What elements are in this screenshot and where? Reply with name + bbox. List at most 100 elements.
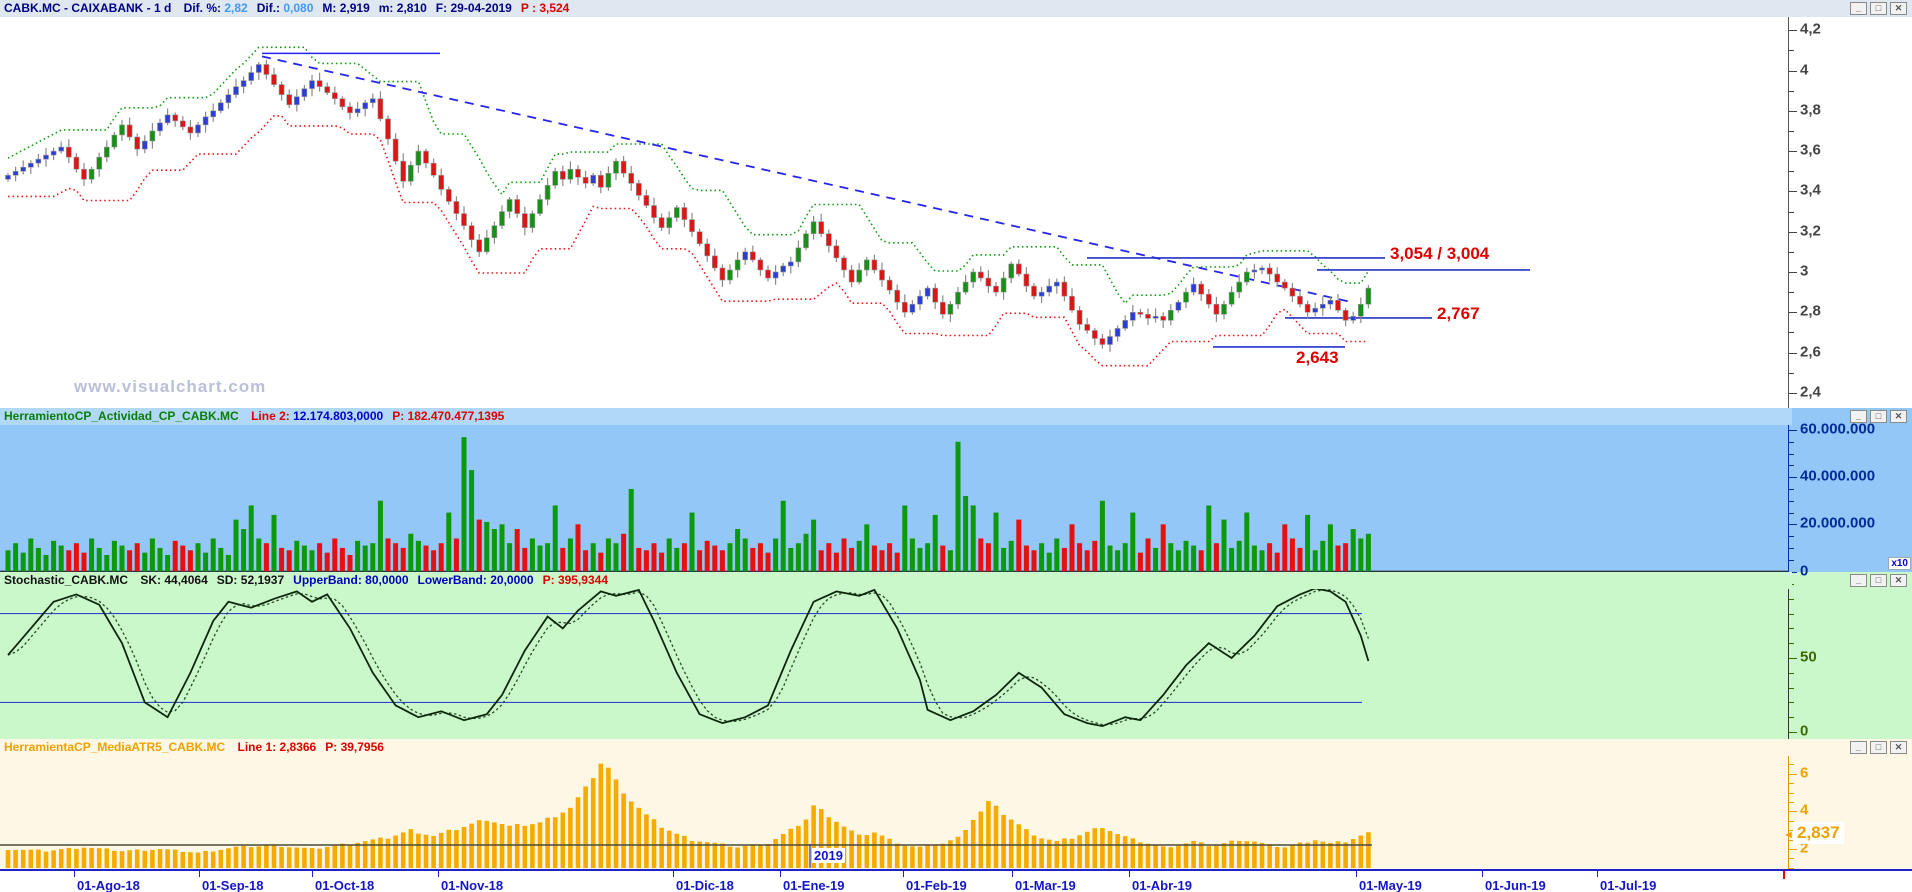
stochastic-stat: SD: 52,1937 [216,573,285,587]
close-button[interactable]: ✕ [1890,410,1907,423]
price-stat: F: 29-04-2019 [435,1,512,15]
y-axis-tick [1789,628,1794,630]
stochastic-window-controls: _ □ ✕ [1850,574,1907,587]
visual-chart-window: CABK.MC - CAIXABANK - 1 d Dif. %: 2,82 Di… [0,0,1912,892]
date-label: 01-May-19 [1359,878,1422,892]
y-axis-tick [1789,352,1797,354]
atr-chart-canvas[interactable] [0,739,1788,869]
y-axis-tick [1789,524,1797,526]
price-y-axis[interactable]: 4,2 4 3,8 3,6 3,4 3,2 3 2,8 2,6 2,4 [1788,15,1912,408]
y-axis-tick [1789,598,1794,600]
date-label: 01-Jul-19 [1600,878,1657,892]
y-axis-tick [1789,858,1794,860]
stochastic-stat: UpperBand: 80,0000 [293,573,409,587]
y-axis-tick [1789,717,1794,719]
y-axis-tick [1789,392,1797,394]
y-axis-tick [1789,702,1794,704]
symbol-title: CABK.MC - CAIXABANK - 1 d [4,1,172,15]
y-axis-tick [1789,130,1794,132]
y-axis-tick [1789,90,1794,92]
y-axis-tick [1789,50,1794,52]
y-axis-tick [1789,231,1797,233]
date-tick [903,871,904,877]
price-chart-canvas[interactable] [0,0,1788,408]
price-panel-header: CABK.MC - CAIXABANK - 1 d Dif. %: 2,82 Di… [0,0,1912,17]
atr-y-axis[interactable]: 642 [1788,739,1912,869]
date-tick [1129,871,1130,877]
y-axis-tick [1789,430,1797,431]
volume-panel-header: HerramientoCP_Actividad_CP_CABK.MC Line … [0,408,1792,425]
y-axis-label: 2,4 [1800,383,1821,401]
atr-panel-header: HerramientaCP_MediaATR5_CABK.MC Line 1: … [0,739,1792,756]
watermark: www.visualchart.com [74,377,267,396]
volume-chart-canvas[interactable] [0,408,1788,572]
minimize-button[interactable]: _ [1850,741,1867,754]
date-axis[interactable]: 01-Ago-18 01-Sep-18 01-Oct-18 01-Nov-18 01-D… [0,869,1912,892]
y-axis-tick [1789,687,1794,689]
y-axis-label: 50 [1800,648,1817,666]
minimize-button[interactable]: _ [1850,410,1867,423]
date-tick [312,871,313,877]
date-tick [1482,871,1483,877]
maximize-button[interactable]: □ [1870,574,1887,587]
date-tick [780,871,781,877]
close-button[interactable]: ✕ [1890,2,1907,15]
y-axis-tick [1789,801,1794,803]
stochastic-panel-header: Stochastic_CABK.MC SK: 44,4064 SD: 52,193… [0,572,1792,589]
atr-stat: Line 1: 2,8366 [237,740,317,754]
y-axis-tick [1789,477,1797,479]
close-button[interactable]: ✕ [1890,741,1907,754]
support-mid-label: 2,767 [1437,304,1480,323]
y-axis-label: 4 [1800,801,1809,819]
date-label: 01-Feb-19 [906,878,967,892]
support-low-label: 2,643 [1296,348,1339,367]
y-axis-tick [1789,783,1794,785]
date-label: 01-Mar-19 [1015,878,1076,892]
date-label: 01-Ene-19 [783,878,845,892]
y-axis-tick [1789,559,1794,561]
axis-multiplier-badge: x10 [1888,557,1911,570]
maximize-button[interactable]: □ [1870,741,1887,754]
date-tick [673,871,674,877]
y-axis-tick [1789,292,1794,294]
stochastic-stat: SK: 44,4064 [140,573,208,587]
y-axis-tick [1789,272,1797,273]
minimize-button[interactable]: _ [1850,2,1867,15]
atr-stat: P: 39,7956 [325,740,384,754]
y-axis-label: 0 [1800,722,1809,740]
date-label: 01-Jun-19 [1485,878,1546,892]
y-axis-tick [1789,773,1797,775]
price-stat: Dif. %: 2,82 [183,1,248,15]
resistance-level-label: 3,054 / 3,004 [1390,244,1490,263]
atr-window-controls: _ □ ✕ [1850,741,1907,754]
stochastic-y-axis[interactable]: 50 0 [1788,572,1912,740]
maximize-button[interactable]: □ [1870,2,1887,15]
volume-indicator-name: HerramientoCP_Actividad_CP_CABK.MC [4,409,239,423]
y-axis-tick [1789,332,1794,334]
y-axis-tick [1789,211,1794,213]
stochastic-stat: P: 395,9344 [542,573,609,587]
minimize-button[interactable]: _ [1850,574,1867,587]
y-axis-tick [1789,441,1794,443]
maximize-button[interactable]: □ [1870,410,1887,423]
price-stats: Dif. %: 2,82 Dif.: 0,080 M: 2,919 m: 2,810 F… [175,1,570,15]
y-axis-tick [1789,643,1794,645]
date-tick [199,871,200,877]
date-label: 01-Abr-19 [1132,878,1192,892]
y-axis-tick [1789,30,1797,32]
y-axis-tick [1789,867,1794,869]
close-button[interactable]: ✕ [1890,574,1907,587]
y-axis-tick [1789,488,1794,490]
year-label: 2019 [812,848,845,863]
stochastic-panel: Stochastic_CABK.MC SK: 44,4064 SD: 52,193… [0,572,1912,740]
price-stat: M: 2,919 [322,1,370,15]
y-axis-tick [1789,70,1797,72]
y-axis-label: 3 [1800,262,1809,280]
volume-y-axis[interactable]: 60.000.000 40.000.000 20.000.000 0 [1788,408,1912,579]
y-axis-label: 4,2 [1800,20,1821,38]
atr-indicator-name: HerramientaCP_MediaATR5_CABK.MC [4,740,226,754]
atr-panel: HerramientaCP_MediaATR5_CABK.MC Line 1: … [0,739,1912,869]
y-axis-label: 60.000.000 [1800,420,1876,438]
atr-current-value-badge: 2,837 [1793,822,1844,844]
stochastic-chart-canvas[interactable] [0,572,1788,739]
